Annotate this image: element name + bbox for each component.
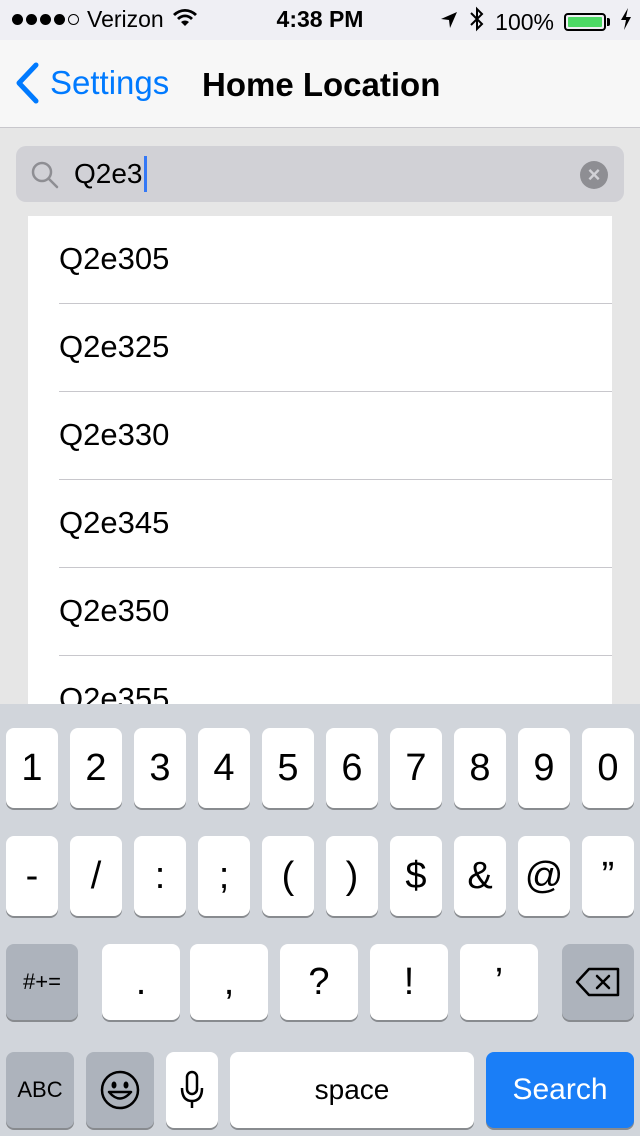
key-1[interactable]: 1 <box>6 728 58 808</box>
status-right: 100% <box>439 6 632 38</box>
key-slash[interactable]: / <box>70 836 122 916</box>
key-quote[interactable]: ” <box>582 836 634 916</box>
abc-key[interactable]: ABC <box>6 1052 74 1128</box>
key-exclamation[interactable]: ! <box>370 944 448 1020</box>
chevron-left-icon <box>16 62 39 104</box>
key-close-paren[interactable]: ) <box>326 836 378 916</box>
keyboard: 1 2 3 4 5 6 7 8 9 0 - / : ; ( ) $ & @ ” … <box>0 704 640 1136</box>
search-field[interactable]: × <box>16 146 624 202</box>
key-4[interactable]: 4 <box>198 728 250 808</box>
search-results-list: Q2e305 Q2e325 Q2e330 Q2e345 Q2e350 Q2e35… <box>28 216 612 704</box>
key-period[interactable]: . <box>102 944 180 1020</box>
key-ampersand[interactable]: & <box>454 836 506 916</box>
back-button-label: Settings <box>50 64 170 101</box>
key-8[interactable]: 8 <box>454 728 506 808</box>
key-3[interactable]: 3 <box>134 728 186 808</box>
battery-icon <box>564 13 610 31</box>
page-title: Home Location <box>202 66 441 103</box>
emoji-icon <box>100 1070 140 1110</box>
search-input[interactable] <box>74 152 564 196</box>
key-hyphen[interactable]: - <box>6 836 58 916</box>
battery-percentage: 100% <box>495 8 554 35</box>
list-item[interactable]: Q2e325 <box>28 304 612 392</box>
list-item-label: Q2e305 <box>59 241 170 276</box>
search-bar: × <box>0 128 640 218</box>
list-item-label: Q2e350 <box>59 593 170 628</box>
search-icon <box>31 161 59 189</box>
space-key[interactable]: space <box>230 1052 474 1128</box>
list-item[interactable]: Q2e350 <box>28 568 612 656</box>
dictation-key[interactable] <box>166 1052 218 1128</box>
key-5[interactable]: 5 <box>262 728 314 808</box>
status-bar: Verizon 4:38 PM 100% <box>0 0 640 40</box>
list-item-label: Q2e355 <box>59 681 170 704</box>
key-colon[interactable]: : <box>134 836 186 916</box>
list-item[interactable]: Q2e345 <box>28 480 612 568</box>
key-question[interactable]: ? <box>280 944 358 1020</box>
list-item[interactable]: Q2e305 <box>28 216 612 304</box>
bluetooth-icon <box>469 6 485 38</box>
microphone-icon <box>180 1070 204 1108</box>
key-apostrophe[interactable]: ’ <box>460 944 538 1020</box>
key-0[interactable]: 0 <box>582 728 634 808</box>
search-key[interactable]: Search <box>486 1052 634 1128</box>
delete-key[interactable] <box>562 944 634 1020</box>
key-dollar[interactable]: $ <box>390 836 442 916</box>
list-item-label: Q2e330 <box>59 417 170 452</box>
key-2[interactable]: 2 <box>70 728 122 808</box>
delete-icon <box>575 967 620 997</box>
key-open-paren[interactable]: ( <box>262 836 314 916</box>
key-semicolon[interactable]: ; <box>198 836 250 916</box>
key-7[interactable]: 7 <box>390 728 442 808</box>
key-comma[interactable]: , <box>190 944 268 1020</box>
location-arrow-icon <box>439 9 459 36</box>
key-6[interactable]: 6 <box>326 728 378 808</box>
list-item-label: Q2e325 <box>59 329 170 364</box>
symbols-toggle-key[interactable]: #+= <box>6 944 78 1020</box>
list-item[interactable]: Q2e330 <box>28 392 612 480</box>
back-button[interactable]: Settings <box>14 62 169 104</box>
clear-icon[interactable]: × <box>580 161 608 189</box>
charging-bolt-icon <box>620 8 632 36</box>
navigation-bar: Settings Home Location <box>0 40 640 128</box>
text-cursor <box>144 156 148 192</box>
battery-fill <box>568 17 602 27</box>
key-9[interactable]: 9 <box>518 728 570 808</box>
key-at[interactable]: @ <box>518 836 570 916</box>
list-item-label: Q2e345 <box>59 505 170 540</box>
emoji-key[interactable] <box>86 1052 154 1128</box>
list-item[interactable]: Q2e355 <box>28 656 612 704</box>
